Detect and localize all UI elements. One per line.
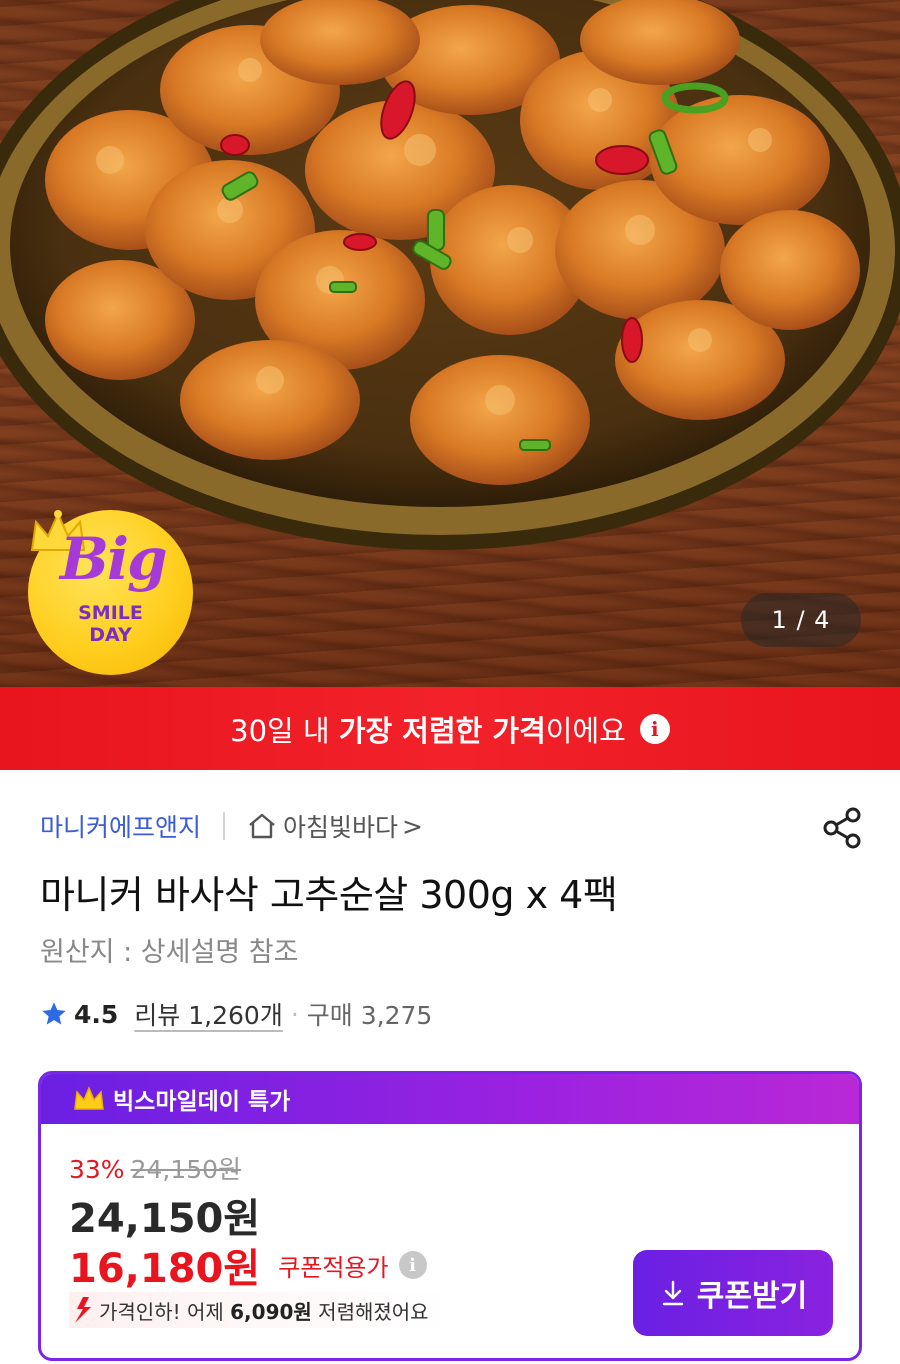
badge-big-text: Big: [60, 525, 168, 593]
banner-prefix: 30일 내: [230, 713, 339, 748]
product-image-carousel[interactable]: Big SMILE DAY 1 / 4: [0, 0, 900, 687]
arrow-down-icon: [75, 1297, 91, 1323]
info-icon[interactable]: i: [639, 713, 670, 744]
star-icon: [42, 1002, 66, 1025]
badge-line1: SMILE: [78, 602, 143, 624]
info-icon[interactable]: i: [398, 1251, 427, 1279]
banner-highlight: 가장 저렴한 가격: [338, 713, 546, 748]
original-price: 24,150원: [130, 1155, 242, 1184]
rating-value: 4.5: [74, 999, 119, 1029]
lowest-price-banner: 30일 내 가장 저렴한 가격 이에요 i: [0, 687, 900, 770]
divider: [223, 812, 226, 840]
shop-link[interactable]: 아침빛바다 >: [247, 808, 423, 844]
price-drop-note: 가격인하! 어제 6,090원 저렴해졌어요: [69, 1292, 449, 1328]
purchase-count: 구매 3,275: [306, 1001, 433, 1030]
discount-line: 33% 24,150원: [69, 1150, 241, 1186]
coupon-label: 쿠폰적용가: [278, 1253, 389, 1282]
card-header-title: 빅스마일데이 특가: [113, 1089, 291, 1115]
review-count-link[interactable]: 리뷰 1,260개: [134, 996, 283, 1032]
get-coupon-label: 쿠폰받기: [696, 1279, 808, 1314]
rating-row: 4.5 리뷰 1,260개 · 구매 3,275: [40, 996, 432, 1032]
crown-icon: [74, 1086, 104, 1110]
home-icon: [249, 813, 275, 839]
coupon-price: 16,180원: [69, 1246, 261, 1292]
big-smile-day-badge: Big SMILE DAY: [28, 510, 193, 675]
drop-suffix: 저렴해졌어요: [311, 1299, 429, 1324]
download-icon: [662, 1280, 683, 1306]
shop-name: 아침빛바다: [283, 813, 399, 842]
image-page-counter: 1 / 4: [741, 593, 861, 647]
badge-smile-text: SMILE DAY: [28, 602, 193, 646]
card-header: 빅스마일데이 특가: [41, 1074, 859, 1124]
separator-dot: ·: [290, 999, 299, 1029]
drop-amount: 6,090원: [230, 1299, 312, 1324]
share-icon[interactable]: [820, 806, 864, 850]
get-coupon-button[interactable]: 쿠폰받기: [633, 1250, 833, 1336]
discount-rate: 33%: [69, 1155, 125, 1184]
seller-row: 마니커에프앤지 아침빛바다 >: [40, 806, 423, 846]
brand-link[interactable]: 마니커에프앤지: [40, 808, 201, 844]
chevron-right-icon: >: [402, 811, 423, 841]
product-title: 마니커 바사삭 고추순살 300g x 4팩: [40, 873, 618, 917]
drop-prefix: 가격인하! 어제: [99, 1299, 231, 1324]
origin-info: 원산지 : 상세설명 참조: [40, 937, 299, 968]
banner-suffix: 이에요: [545, 713, 626, 748]
price-card: 빅스마일데이 특가 33% 24,150원 24,150원 16,180원 쿠폰…: [38, 1071, 862, 1361]
badge-line2: DAY: [89, 624, 132, 646]
coupon-price-row: 16,180원 쿠폰적용가 i: [69, 1236, 427, 1294]
